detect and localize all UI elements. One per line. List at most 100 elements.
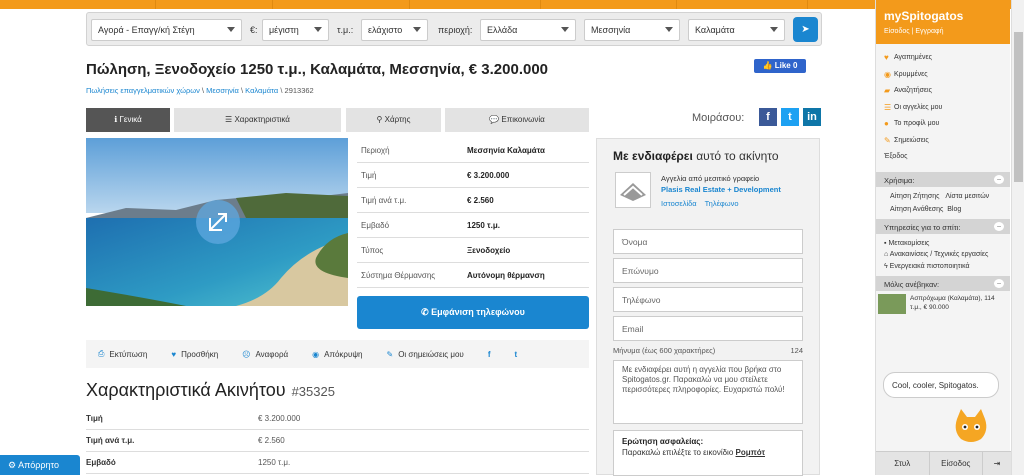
sidebar: mySpitogatos Είσοδος | Εγγραφή ♥ Αγαπημέν… [875,0,1011,475]
show-phone-button[interactable]: ✆ Εμφάνιση τηλεφώνου [357,296,589,329]
tab-label: Χάρτης [384,115,411,124]
area-select[interactable]: ελάχιστο [361,19,428,41]
prefecture-select-value: Μεσσηνία [591,25,631,35]
contact-title-bold: Με ενδιαφέρει [613,149,693,163]
useful-link[interactable]: Αίτηση Ζήτησης [890,193,939,200]
useful-link[interactable]: Λίστα μεσιτών [945,193,989,200]
useful-link[interactable]: Αίτηση Ανάθεσης [890,206,943,213]
recent-listing-thumb [878,293,906,314]
sidebar-item-hidden[interactable]: ◉ Κρυμμένες [884,67,1002,84]
linkedin-share-icon[interactable]: in [803,108,821,126]
report-button[interactable]: ☹ Αναφορά [230,350,300,359]
breadcrumb-link[interactable]: Μεσσηνία [206,86,239,95]
property-row: Σύστημα Θέρμανσης Αυτόνομη θέρμανση [357,263,589,288]
city-select-value: Καλαμάτα [695,25,735,35]
listing-photo[interactable] [86,138,348,306]
useful-section-header[interactable]: Χρήσιμα: − [876,171,1010,187]
property-value: Μεσσηνία Καλαμάτα [467,145,545,155]
facebook-like-button[interactable]: 👍 Like 0 [754,59,806,73]
twitter-share-icon[interactable]: t [781,108,799,126]
service-link[interactable]: ⌂ Ανακαινίσεις / Τεχνικές εργασίες [884,250,996,260]
service-link[interactable]: ▪ Μετακομίσεις [884,237,996,250]
register-link[interactable]: Εγγραφή [915,28,943,35]
breadcrumb-link[interactable]: Καλαμάτα [245,86,278,95]
login-arrow-icon[interactable]: ⇥ [983,452,1011,475]
first-name-field[interactable]: Όνομα [613,229,803,254]
hide-button[interactable]: ◉ Απόκρυψη [300,350,374,359]
eye-icon: ◉ [884,69,891,79]
agency-name[interactable]: Plasis Real Estate + Development [661,185,781,194]
agency-logo [615,172,651,208]
last-name-field[interactable]: Επώνυμο [613,258,803,283]
chat-icon: 💬 [489,115,502,124]
breadcrumb-separator: \ [240,86,244,95]
action-label: Εκτύπωση [109,349,148,359]
arrow-right-icon: ➤ [801,24,810,35]
property-value: Αυτόνομη θέρμανση [467,270,545,280]
tab-general[interactable]: ℹ Γενικά [86,108,170,132]
message-label-row: Μήνυμα (έως 600 χαρακτήρες) 124 [613,346,803,355]
agency-website-link[interactable]: Ιστοσελίδα [661,199,697,208]
recent-section-header[interactable]: Μόλις ανέβηκαν: − [876,275,1010,291]
property-row: Τιμή € 3.200.000 [357,163,589,188]
collapse-icon: − [994,278,1004,288]
region-select[interactable]: Ελλάδα [480,19,576,41]
breadcrumb-link[interactable]: Πωλήσεις επαγγελματικών χώρων [86,86,200,95]
phone-field[interactable]: Τηλέφωνο [613,287,803,312]
property-key: Τύπος [361,245,384,255]
page-title: Πώληση, Ξενοδοχείο 1250 τ.μ., Καλαμάτα, … [86,61,549,78]
price-label: €: [250,25,258,35]
add-favorite-button[interactable]: ♥ Προσθήκη [159,350,230,359]
top-nav-bar [0,0,1024,9]
notes-button[interactable]: ✎ Οι σημειώσεις μου [375,350,476,359]
useful-link[interactable]: Blog [947,206,961,213]
scrollbar[interactable] [1011,0,1024,475]
table-row: Τιμή € 3.200.000 [86,408,589,430]
type-select[interactable]: Αγορά - Επαγγ/κή Στέγη [91,19,242,41]
price-select[interactable]: μέγιστη [262,19,329,41]
prefecture-select[interactable]: Μεσσηνία [584,19,680,41]
message-label: Μήνυμα (έως 600 χαρακτήρες) [613,346,716,355]
style-button[interactable]: Στυλ [876,452,930,475]
tab-features[interactable]: ☰ Χαρακτηριστικά [174,108,341,132]
section-title: Μόλις ανέβηκαν: [884,279,940,289]
recent-listing[interactable]: Ασπρόχωμα (Καλαμάτα), 114 τ.μ., € 90.000 [876,291,1010,317]
breadcrumb-separator: \ [280,86,283,95]
services-section-header[interactable]: Υπηρεσίες για το σπίτι: − [876,218,1010,234]
sidebar-item-my-listings[interactable]: ☰ Οι αγγελίες μου [884,100,1002,117]
action-label: Απόκρυψη [324,349,363,359]
tab-map[interactable]: ⚲ Χάρτης [346,108,441,132]
facebook-icon[interactable]: f [476,350,503,359]
sidebar-item-searches[interactable]: ▰ Αναζητήσεις [884,83,1002,100]
feature-value: 1250 τ.μ. [258,458,291,467]
twitter-icon[interactable]: t [502,350,529,359]
chevron-down-icon [413,27,421,32]
email-field[interactable]: Email [613,316,803,341]
property-row: Περιοχή Μεσσηνία Καλαμάτα [357,138,589,163]
heart-icon: ♥ [884,53,889,62]
search-go-button[interactable]: ➤ [793,17,818,42]
scrollbar-thumb[interactable] [1014,32,1023,182]
sidebar-item-exit[interactable]: Έξοδος [884,149,1002,166]
service-link[interactable]: ϟ Ενεργειακά πιστοποιητικά [884,260,996,273]
sidebar-item-label: Σημειώσεις [894,136,929,144]
print-button[interactable]: ⎙ Εκτύπωση [86,349,159,359]
privacy-button[interactable]: ⚙ Απόρρητο [0,455,80,475]
contact-panel: Με ενδιαφέρει αυτό το ακίνητο Αγγελία απ… [596,138,820,476]
agency-phone-link[interactable]: Τηλέφωνο [705,199,739,208]
sidebar-item-profile[interactable]: ● Το προφίλ μου [884,116,1002,133]
tab-label: Χαρακτηριστικά [234,115,290,124]
type-select-value: Αγορά - Επαγγ/κή Στέγη [98,25,195,35]
login-button[interactable]: Είσοδος [930,452,983,475]
tab-contact[interactable]: 💬 Επικοινωνία [445,108,589,132]
city-select[interactable]: Καλαμάτα [688,19,785,41]
sidebar-item-notes[interactable]: ✎ Σημειώσεις [884,133,1002,150]
sidebar-item-label: Το προφίλ μου [894,120,940,127]
captcha-question: Ερώτηση ασφαλείας: [622,437,704,446]
facebook-share-icon[interactable]: f [759,108,777,126]
action-label: Προσθήκη [181,349,219,359]
action-label: Αναφορά [255,349,289,359]
login-link[interactable]: Είσοδος [884,28,910,35]
message-textarea[interactable]: Με ενδιαφέρει αυτή η αγγελία που βρήκα σ… [613,360,803,424]
sidebar-item-favorites[interactable]: ♥ Αγαπημένες [884,50,1002,67]
